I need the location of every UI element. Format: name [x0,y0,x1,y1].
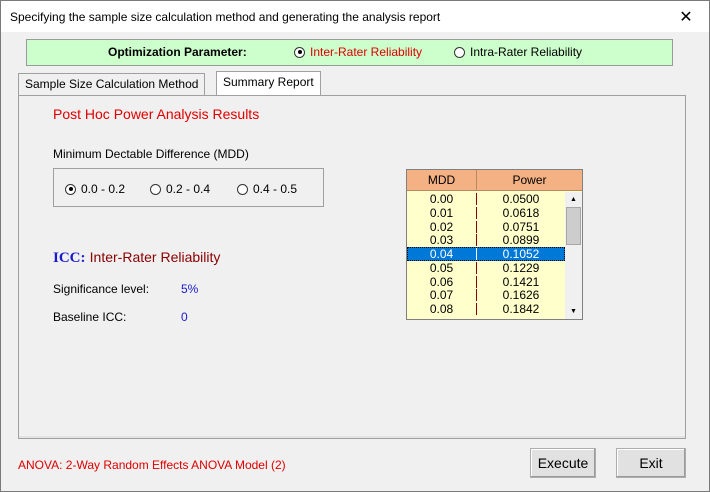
cell-power: 0.0899 [502,233,540,248]
power-table[interactable]: MDD Power 0.00 0.0500 0.01 0.0618 0.02 0.0751… [406,169,583,320]
close-icon: ✕ [679,8,693,26]
tab-sample-size-method[interactable]: Sample Size Calculation Method [18,73,206,95]
mdd-option-label: 0.2 - 0.4 [166,182,211,196]
intra-rater-radio[interactable]: Intra-Rater Reliability [454,45,582,59]
table-row[interactable]: 0.03 0.0899 [407,233,565,247]
table-row[interactable]: 0.05 0.1229 [407,261,565,275]
optimization-panel: Optimization Parameter: Inter-Rater Reli… [26,39,673,66]
scroll-down-arrow-icon[interactable]: ▼ [565,304,582,319]
cell-mdd: 0.06 [429,274,454,289]
table-row[interactable]: 0.00 0.0500 [407,192,565,206]
radio-selected-icon [294,46,305,58]
exit-button-label: Exit [639,455,663,471]
mdd-range-group: 0.0 - 0.2 0.2 - 0.4 0.4 - 0.5 [53,168,324,207]
execute-button[interactable]: Execute [530,448,596,478]
cell-mdd: 0.08 [429,302,454,316]
icc-key: ICC: [53,250,86,266]
baseline-icc-value: 0 [181,310,188,324]
dialog-window: Specifying the sample size calculation m… [0,0,710,492]
cell-mdd: 0.07 [429,288,454,303]
exit-button[interactable]: Exit [616,448,686,478]
cell-mdd: 0.04 [429,247,454,261]
scroll-thumb[interactable] [566,207,581,245]
mdd-label: Minimum Dectable Difference (MDD) [53,147,249,161]
cell-power: 0.0500 [502,192,540,206]
cell-power: 0.1842 [502,302,540,316]
intra-rater-label: Intra-Rater Reliability [470,45,583,59]
mdd-radio-0-0.2[interactable]: 0.0 - 0.2 [65,182,125,196]
cell-power: 0.0751 [502,219,540,234]
radio-unselected-icon [150,183,161,195]
table-scrollbar[interactable]: ▲ ▼ [565,192,582,319]
baseline-icc-label: Baseline ICC: [53,310,127,324]
cell-power: 0.1229 [502,260,540,275]
table-row[interactable]: 0.07 0.1626 [407,288,565,302]
execute-button-label: Execute [537,455,589,471]
icc-value: Inter-Rater Reliability [89,249,221,265]
title-bar: Specifying the sample size calculation m… [1,1,709,32]
column-header-mdd: MDD [427,173,456,187]
inter-rater-radio[interactable]: Inter-Rater Reliability [294,45,422,59]
cell-power: 0.1421 [502,274,540,289]
radio-unselected-icon [237,183,248,195]
cell-power: 0.1626 [502,288,540,303]
inter-rater-label: Inter-Rater Reliability [310,45,423,59]
cell-mdd: 0.05 [429,260,454,275]
page-bottom-rule [19,436,685,438]
tab-label: Summary Report [223,75,314,89]
mdd-option-label: 0.4 - 0.5 [253,182,298,196]
radio-unselected-icon [454,46,465,58]
tab-summary-report[interactable]: Summary Report [216,71,321,95]
table-header: MDD Power [407,170,582,191]
cell-mdd: 0.03 [429,233,454,248]
scroll-up-arrow-icon[interactable]: ▲ [565,192,582,207]
close-button[interactable]: ✕ [663,1,709,32]
anova-model-status: ANOVA: 2-Way Random Effects ANOVA Model … [18,458,286,472]
radio-selected-icon [65,183,76,195]
mdd-option-label: 0.0 - 0.2 [81,182,126,196]
column-header-power: Power [512,173,547,187]
cell-mdd: 0.00 [429,192,454,206]
significance-value: 5% [181,282,199,296]
icc-line: ICC: Inter-Rater Reliability [53,249,220,267]
mdd-radio-0.4-0.5[interactable]: 0.4 - 0.5 [237,182,297,196]
table-row[interactable]: 0.04 0.1052 [407,247,565,261]
cell-mdd: 0.02 [429,219,454,234]
table-row[interactable]: 0.01 0.0618 [407,206,565,220]
mdd-radio-0.2-0.4[interactable]: 0.2 - 0.4 [150,182,210,196]
optimization-label: Optimization Parameter: [108,45,247,59]
cell-mdd: 0.01 [429,205,454,220]
table-row[interactable]: 0.06 0.1421 [407,275,565,289]
tab-label: Sample Size Calculation Method [25,77,199,91]
window-title: Specifying the sample size calculation m… [10,10,441,24]
cell-power: 0.0618 [502,205,540,220]
summary-report-page: Post Hoc Power Analysis Results Minimum … [18,95,686,439]
report-title: Post Hoc Power Analysis Results [53,106,260,122]
cell-power: 0.1052 [502,247,540,261]
table-row[interactable]: 0.02 0.0751 [407,220,565,234]
table-row[interactable]: 0.08 0.1842 [407,302,565,316]
significance-label: Significance level: [53,282,150,296]
